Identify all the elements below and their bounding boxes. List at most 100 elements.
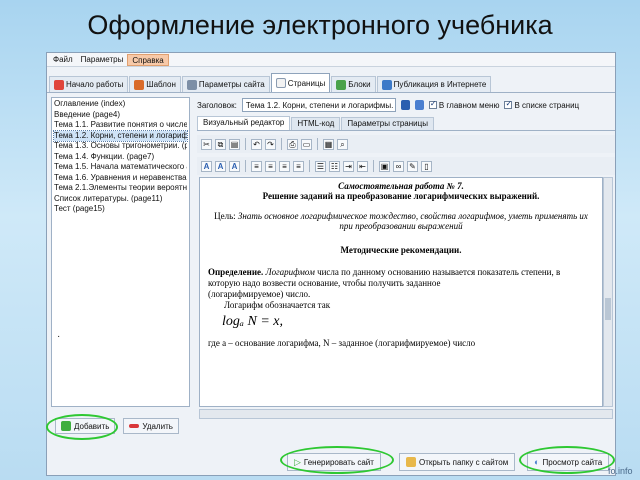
tree-item-selected[interactable]: Тема 1.2. Корни, степени и логарифм [53,129,188,142]
brush-icon[interactable]: ✎ [407,160,418,172]
indent-icon[interactable]: ⇥ [343,160,354,172]
special-icon[interactable]: ▯ [421,160,432,172]
link-icon[interactable]: ∞ [393,160,404,172]
doc-def-tail: (логарифмируемое) число. [208,289,311,299]
main-menu-check-label: В главном меню [438,100,500,110]
toolbar-separator [317,138,318,150]
header-row: Заголовок: Тема 1.2. Корни, степени и ло… [197,97,615,113]
tree-item[interactable]: Тема 2.1.Элементы теории вероятн. [54,183,187,194]
list-icon[interactable]: ☰ [315,160,326,172]
tree-actions: Добавить Удалить [51,415,190,437]
document-icon[interactable]: ▭ [301,138,312,150]
tab-publish[interactable]: Публикация в Интернете [376,76,492,92]
doc-goal: Цель: Знать основное логарифмическое тож… [208,211,594,231]
tab-template-label: Шаблон [146,80,176,89]
page-title-input[interactable]: Тема 1.2. Корни, степени и логарифмы. [241,98,396,112]
text-bold-icon[interactable] [400,100,410,110]
tree-item[interactable]: Тема 1.6. Уравнения и неравенства. [54,173,187,184]
site-params-icon [186,79,197,90]
align-center-icon[interactable]: ≡ [265,160,276,172]
tree-item[interactable]: Оглавление (index) [54,99,187,110]
undo-icon[interactable]: ↶ [251,138,262,150]
add-page-button[interactable]: Добавить [55,418,116,434]
watermark: fo.info [608,466,633,476]
tree-item[interactable]: Тест (page15) [54,204,187,215]
main-menu-checkbox[interactable] [428,99,437,109]
tab-start[interactable]: Начало работы [49,76,129,92]
document-editor[interactable]: Самостоятельная работа № 7. Решение зада… [199,177,603,407]
align-right-icon[interactable]: ≡ [279,160,290,172]
page-list-check-label: В списке страниц [514,100,580,110]
tab-visual-editor[interactable]: Визуальный редактор [197,116,291,130]
tab-pages-label: Страницы [287,78,326,88]
generate-site-button[interactable]: ▷ Генерировать сайт [287,453,381,471]
doc-notation: Логарифм обозначается так [224,300,331,310]
menu-help[interactable]: Справка [127,53,169,66]
numbered-list-icon[interactable]: ☷ [329,160,340,172]
tree-item[interactable]: Тема 1.1. Развитие понятия о числе. [54,120,187,131]
find-icon[interactable]: ⌕ [337,138,348,150]
tab-page-params[interactable]: Параметры страницы [341,117,434,130]
tree-item[interactable]: Введение (page4) [54,110,187,121]
menu-bar: Файл Параметры Справка [47,53,615,67]
publish-icon [381,79,392,90]
font-icon[interactable]: A [201,160,212,172]
scroll-thumb[interactable] [605,298,611,320]
document-horizontal-scrollbar[interactable] [199,409,613,419]
doc-goal-text: Знать основное логарифмическое тождество… [237,211,588,231]
blocks-icon [336,79,347,90]
tab-pages[interactable]: Страницы [270,73,331,92]
toolbar-separator [309,160,310,172]
document-vertical-scrollbar[interactable] [603,177,613,407]
paste-icon[interactable]: ▤ [229,138,240,150]
table-icon[interactable]: ▦ [323,138,334,150]
doc-goal-label: Цель: [214,211,236,221]
preview-site-button[interactable]: ◐ Просмотр сайта [527,453,610,471]
tab-site-params[interactable]: Параметры сайта [181,76,270,92]
highlight-icon[interactable]: A [229,160,240,172]
text-style-icon[interactable] [414,100,424,110]
doc-subheading: Решение заданий на преобразование логари… [262,191,540,201]
main-tabs: Начало работы Шаблон Параметры сайта Стр… [47,73,615,93]
doc-method: Методические рекомендации. [340,245,462,255]
delete-page-label: Удалить [142,421,173,431]
editor-tabs: Визуальный редактор HTML-код Параметры с… [197,116,615,131]
doc-definition: Определение. Логарифмом числа по данному… [208,267,594,289]
image-icon[interactable]: ▣ [379,160,390,172]
tree-item[interactable]: Тема 1.4. Функции. (page7) [54,152,187,163]
pages-icon [275,78,286,88]
page-tree[interactable]: Оглавление (index) Введение (page4) Тема… [51,97,190,407]
cut-icon[interactable]: ✂ [201,138,212,150]
tab-html-code[interactable]: HTML-код [291,117,341,130]
open-folder-button[interactable]: Открыть папку с сайтом [399,453,516,471]
page-list-checkbox[interactable] [504,99,513,109]
menu-file[interactable]: Файл [49,54,77,66]
align-justify-icon[interactable]: ≡ [293,160,304,172]
tab-blocks[interactable]: Блоки [331,76,376,92]
print-icon[interactable]: ⎙ [287,138,298,150]
tree-item[interactable]: Тема 1.5. Начала математического а [54,162,187,173]
delete-page-button[interactable]: Удалить [123,418,179,434]
toolbar-separator [373,160,374,172]
align-left-icon[interactable]: ≡ [251,160,262,172]
folder-icon [406,457,416,467]
copy-icon[interactable]: ⧉ [215,138,226,150]
doc-formula: logₐ N = x, [222,314,283,329]
template-icon [134,79,145,90]
outdent-icon[interactable]: ⇤ [357,160,368,172]
doc-cut-line: где a – основание логарифма, N – заданно… [208,338,476,348]
generate-site-label: Генерировать сайт [303,457,374,467]
header-label: Заголовок: [197,100,237,110]
main-menu-check[interactable]: В главном меню [428,99,500,110]
toolbar-separator [245,138,246,150]
tree-item[interactable]: Список литературы. (page11) [54,194,187,205]
redo-icon[interactable]: ↷ [265,138,276,150]
font-color-icon[interactable]: A [215,160,226,172]
add-page-label: Добавить [74,421,110,431]
bottom-bar: ▷ Генерировать сайт Открыть папку с сайт… [47,449,615,475]
page-list-check[interactable]: В списке страниц [504,99,580,110]
play-icon: ▷ [294,456,301,467]
menu-parameters[interactable]: Параметры [77,54,128,66]
tab-template[interactable]: Шаблон [129,76,181,92]
tree-item[interactable]: Тема 1.3. Основы тригонометрии. (p [54,141,187,152]
